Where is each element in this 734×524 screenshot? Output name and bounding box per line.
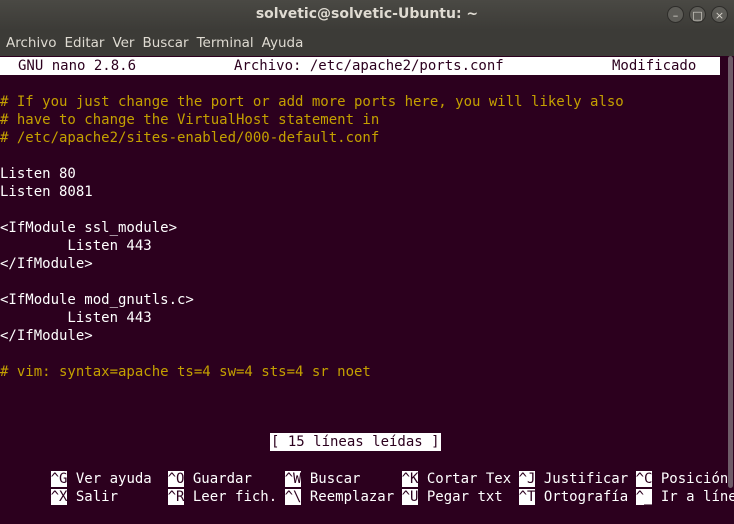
nano-header-bar: GNU nano 2.8.6 Archivo: /etc/apache2/por… <box>0 57 720 75</box>
file-line: Listen 80 <box>0 166 76 182</box>
shortcut-key: ^R <box>167 489 185 505</box>
menu-buscar[interactable]: Buscar <box>142 35 188 51</box>
file-line: Listen 443 <box>0 238 152 254</box>
shortcut-ir-a-linea[interactable]: ^_ Ir a línea <box>585 470 734 505</box>
window-title: solvetic@solvetic-Ubuntu: ~ <box>255 6 479 22</box>
scrollbar-thumb[interactable] <box>728 56 733 488</box>
file-line: Listen 443 <box>0 310 152 326</box>
nano-status-message: [ 15 líneas leídas ] <box>270 433 441 451</box>
menu-ver[interactable]: Ver <box>112 35 134 51</box>
file-line: </IfModule> <box>0 328 93 344</box>
terminal-window: solvetic@solvetic-Ubuntu: ~ – □ × Archiv… <box>0 0 734 505</box>
menu-ayuda[interactable]: Ayuda <box>262 35 304 51</box>
minimize-button[interactable]: – <box>667 6 684 23</box>
nano-modified-status: Modificado <box>612 58 697 74</box>
shortcut-buscar[interactable]: ^W Buscar <box>234 452 360 487</box>
shortcut-key: ^X <box>50 489 68 505</box>
shortcut-label: Ir a línea <box>660 489 734 505</box>
file-line: # /etc/apache2/sites-enabled/000-default… <box>0 130 380 146</box>
terminal-area[interactable]: GNU nano 2.8.6 Archivo: /etc/apache2/por… <box>0 56 734 505</box>
nano-filename: Archivo: /etc/apache2/ports.conf <box>234 58 504 74</box>
menu-archivo[interactable]: Archivo <box>6 35 56 51</box>
title-bar[interactable]: solvetic@solvetic-Ubuntu: ~ – □ × <box>0 0 734 30</box>
file-line: </IfModule> <box>0 256 93 272</box>
file-line: <IfModule ssl_module> <box>0 220 178 236</box>
maximize-button[interactable]: □ <box>689 6 706 23</box>
menu-bar: Archivo Editar Ver Buscar Terminal Ayuda <box>0 30 734 56</box>
close-button[interactable]: × <box>711 6 728 23</box>
file-line: # vim: syntax=apache ts=4 sw=4 sts=4 sr … <box>0 364 371 380</box>
file-line: Listen 8081 <box>0 184 93 200</box>
file-line: # have to change the VirtualHost stateme… <box>0 112 380 128</box>
shortcut-posicion[interactable]: ^C Posición <box>585 452 728 487</box>
shortcut-key: ^U <box>401 489 419 505</box>
shortcut-label: Salir <box>67 489 119 505</box>
file-line: <IfModule mod_gnutls.c> <box>0 292 194 308</box>
shortcut-key: ^\ <box>284 489 302 505</box>
shortcut-salir[interactable]: ^X Salir <box>0 470 118 505</box>
shortcut-guardar[interactable]: ^O Guardar <box>117 452 252 487</box>
file-line: # If you just change the port or add mor… <box>0 94 624 110</box>
nano-version: GNU nano 2.8.6 <box>18 58 137 74</box>
shortcut-key: ^T <box>518 489 536 505</box>
menu-terminal[interactable]: Terminal <box>197 35 254 51</box>
menu-editar[interactable]: Editar <box>64 35 104 51</box>
shortcut-key: ^_ <box>635 489 653 505</box>
terminal-scrollbar[interactable] <box>727 56 734 488</box>
